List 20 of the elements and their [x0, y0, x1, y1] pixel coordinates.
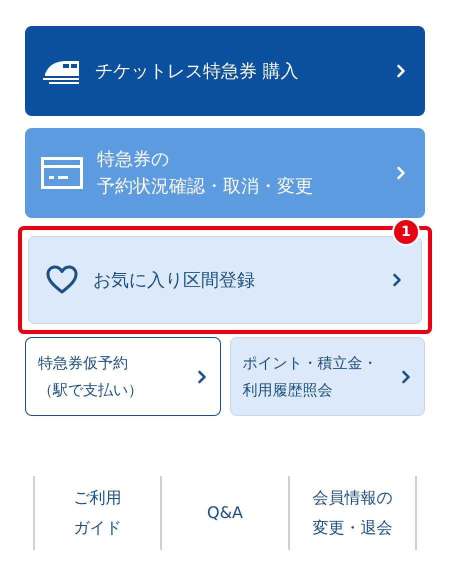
number-badge: 1 [392, 218, 420, 246]
button-label: チケットレス特急券 購入 [95, 60, 299, 84]
menu-button[interactable]: お気に入り区間登録 [28, 236, 422, 324]
footer-link[interactable]: 会員情報の [312, 482, 392, 513]
button-label: 利用履歴照会 [242, 380, 332, 400]
button-label: 予約状況確認・取消・変更 [97, 175, 313, 199]
button-label: （駅で支払い） [38, 380, 143, 400]
button-label: 特急券の [97, 148, 169, 172]
button-label: お気に入り区間登録 [93, 268, 255, 292]
card-icon [41, 157, 83, 189]
button-label: 特急券仮予約 [38, 353, 128, 374]
menu-button[interactable]: 特急券仮予約 （駅で支払い） [25, 337, 220, 416]
footer-link[interactable]: ご利用 [74, 482, 122, 513]
footer-link[interactable]: Q&A [206, 498, 243, 528]
footer-link[interactable]: ガイド [74, 513, 122, 544]
menu-button[interactable]: チケットレス特急券 購入 [25, 26, 425, 116]
menu-button[interactable]: ポイント・積立金・ 利用履歴照会 [230, 337, 425, 416]
footer-link[interactable]: 変更・退会 [312, 513, 392, 544]
button-label: ポイント・積立金・ [242, 353, 378, 374]
heart-icon [45, 265, 79, 295]
